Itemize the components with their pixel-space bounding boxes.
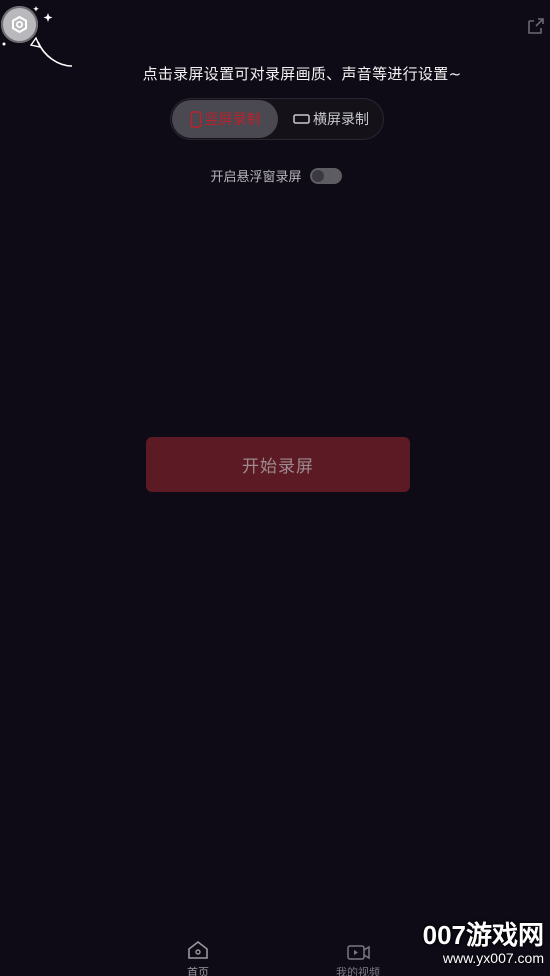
portrait-mode-tab[interactable]: 竖屏录制 bbox=[172, 100, 278, 138]
nav-item-home[interactable]: 首页 bbox=[178, 938, 218, 976]
settings-hexagon-icon bbox=[12, 15, 27, 34]
floating-window-row: 开启悬浮窗录屏 bbox=[0, 166, 550, 185]
nav-home-label: 首页 bbox=[187, 966, 209, 976]
floating-window-label: 开启悬浮窗录屏 bbox=[210, 170, 302, 185]
landscape-mode-tab[interactable]: 横屏录制 bbox=[280, 100, 382, 138]
start-recording-button[interactable]: 开始录屏 bbox=[146, 437, 410, 492]
nav-item-my-videos[interactable]: 我的视频 bbox=[330, 938, 386, 976]
external-link-icon[interactable] bbox=[526, 16, 546, 36]
recording-settings-button[interactable] bbox=[1, 6, 38, 43]
site-watermark: 007游戏网 www.yx007.com bbox=[404, 920, 544, 966]
landscape-mode-label: 横屏录制 bbox=[313, 112, 369, 128]
portrait-mode-label: 竖屏录制 bbox=[204, 112, 261, 128]
video-folder-icon bbox=[347, 945, 370, 960]
orientation-mode-switch: 竖屏录制 横屏录制 bbox=[170, 98, 384, 140]
phone-portrait-icon bbox=[190, 110, 201, 128]
settings-hint-text: 点击录屏设置可对录屏画质、声音等进行设置~ bbox=[142, 65, 462, 83]
recorder-home-screen: 点击录屏设置可对录屏画质、声音等进行设置~ 竖屏录制 横屏录制 开启悬浮窗录屏 … bbox=[0, 0, 550, 976]
floating-window-toggle[interactable] bbox=[309, 167, 342, 184]
phone-landscape-icon bbox=[293, 114, 310, 124]
toggle-knob bbox=[311, 169, 324, 182]
watermark-url: www.yx007.com bbox=[442, 950, 544, 966]
home-icon bbox=[188, 940, 208, 959]
watermark-brand: 007游戏网 bbox=[422, 920, 544, 950]
nav-my-videos-label: 我的视频 bbox=[336, 966, 380, 976]
